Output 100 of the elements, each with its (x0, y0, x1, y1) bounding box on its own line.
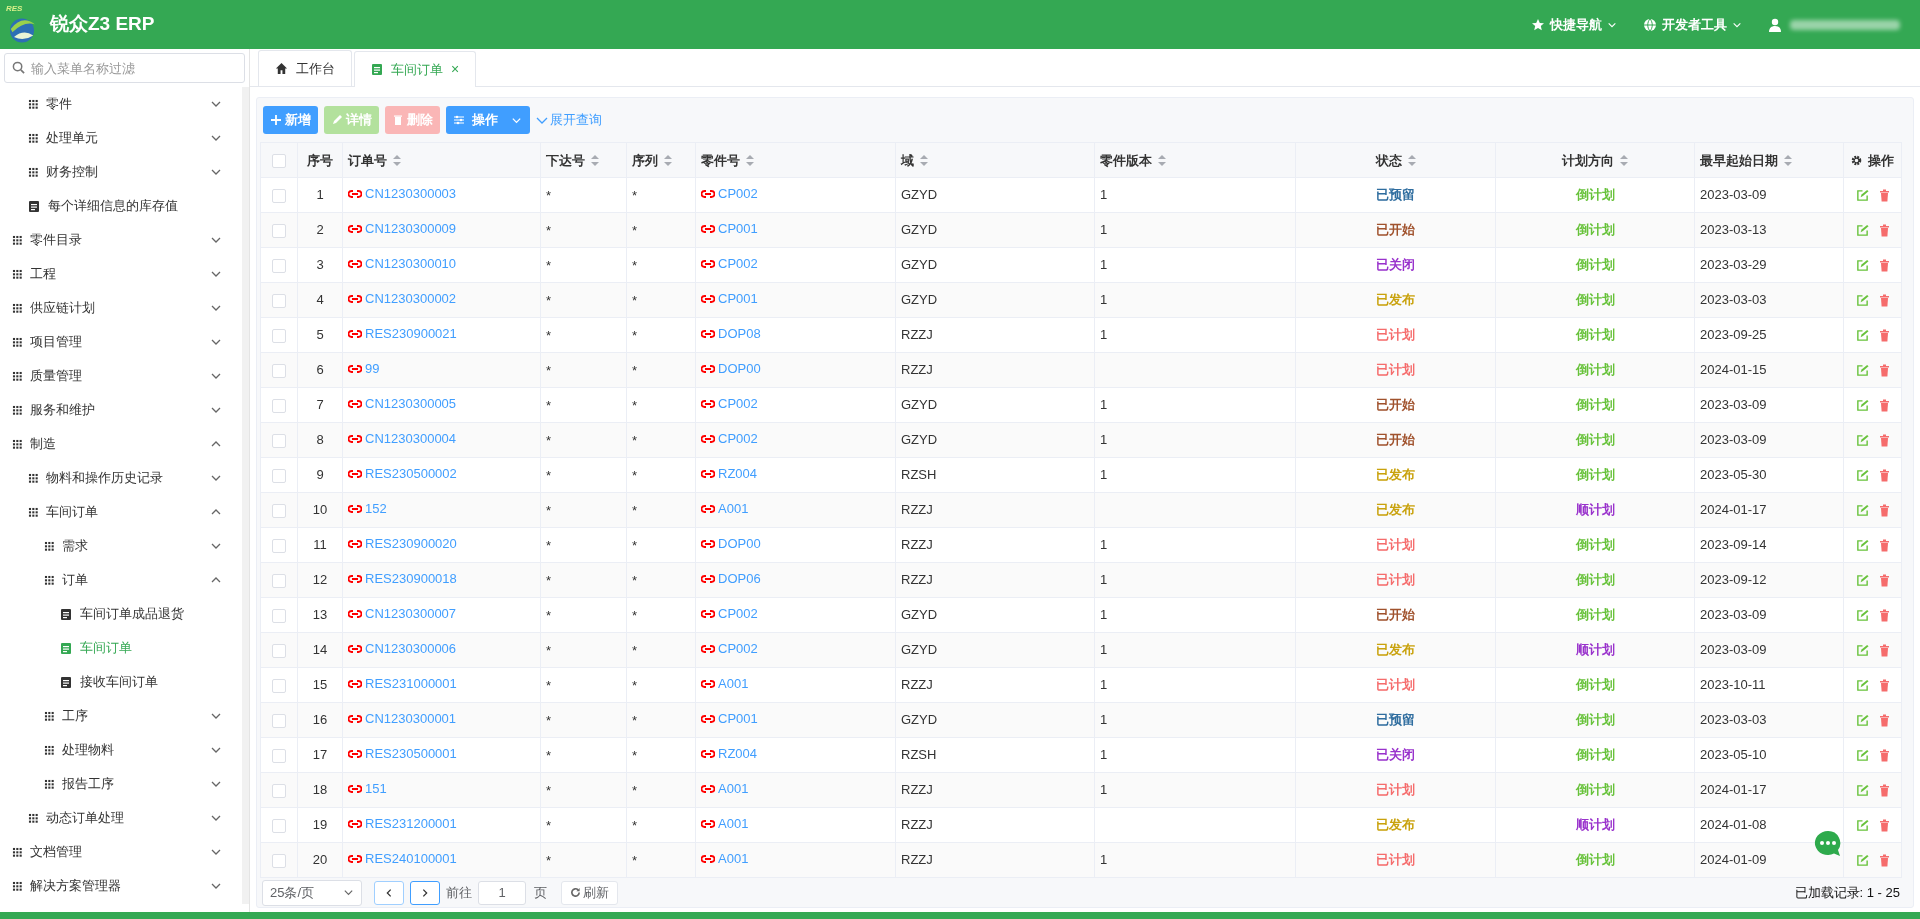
sidebar-item[interactable]: 制造 (0, 427, 242, 461)
checkbox[interactable] (272, 713, 286, 728)
table-link[interactable]: DOP00 (701, 534, 761, 554)
delete-button[interactable] (1878, 784, 1890, 798)
delete-button[interactable] (1878, 224, 1890, 238)
sidebar-item[interactable]: 零件 (0, 87, 242, 121)
delete-button[interactable] (1878, 574, 1890, 588)
checkbox[interactable] (272, 538, 286, 553)
sidebar-item[interactable]: 项目管理 (0, 325, 242, 359)
sidebar-item[interactable]: 处理物料 (0, 733, 242, 767)
delete-button[interactable] (1878, 609, 1890, 623)
checkbox[interactable] (272, 188, 286, 203)
delete-button[interactable] (1878, 469, 1890, 483)
sidebar-item[interactable]: 处理单元 (0, 121, 242, 155)
checkbox[interactable] (272, 153, 286, 168)
delete-button[interactable] (1878, 434, 1890, 448)
delete-button[interactable] (1878, 539, 1890, 553)
checkbox[interactable] (272, 783, 286, 798)
table-link[interactable]: CP002 (701, 604, 758, 624)
sidebar-item[interactable]: 车间订单 (0, 631, 242, 665)
delete-button[interactable] (1878, 399, 1890, 413)
delete-button[interactable] (1878, 749, 1890, 763)
sidebar-item[interactable]: 动态订单处理 (0, 801, 242, 835)
table-link[interactable]: A001 (701, 779, 749, 799)
toolbar-button[interactable]: 操作 (446, 106, 530, 134)
edit-button[interactable] (1855, 679, 1869, 693)
checkbox[interactable] (272, 398, 286, 413)
next-page-button[interactable] (410, 880, 440, 905)
sidebar-item[interactable]: 订单 (0, 563, 242, 597)
sidebar-item[interactable]: 质量管理 (0, 359, 242, 393)
delete-button[interactable] (1878, 714, 1890, 728)
sidebar-item[interactable]: 供应链计划 (0, 291, 242, 325)
table-link[interactable]: A001 (701, 674, 749, 694)
sidebar-item[interactable]: 每个详细信息的库存值 (0, 189, 242, 223)
sidebar-item[interactable]: 报告工序 (0, 767, 242, 801)
delete-button[interactable] (1878, 644, 1890, 658)
tab[interactable]: 车间订单 × (354, 51, 477, 87)
expand-query-link[interactable]: 展开查询 (536, 110, 602, 130)
checkbox[interactable] (272, 363, 286, 378)
table-link[interactable]: CP002 (701, 184, 758, 204)
checkbox[interactable] (272, 748, 286, 763)
delete-button[interactable] (1878, 364, 1890, 378)
menu-search-field[interactable]: 输入菜单名称过滤 (4, 53, 245, 83)
sidebar-item[interactable]: 文档管理 (0, 835, 242, 869)
checkbox[interactable] (272, 293, 286, 308)
sidebar-item[interactable]: 车间订单 (0, 495, 242, 529)
sidebar-item[interactable]: 工序 (0, 699, 242, 733)
checkbox[interactable] (272, 573, 286, 588)
table-link[interactable]: 152 (348, 499, 387, 519)
edit-button[interactable] (1855, 259, 1869, 273)
table-link[interactable]: CP001 (701, 219, 758, 239)
edit-button[interactable] (1855, 329, 1869, 343)
edit-button[interactable] (1855, 224, 1869, 238)
toolbar-button[interactable]: 新增 (263, 106, 318, 134)
edit-button[interactable] (1855, 574, 1869, 588)
sidebar-item[interactable]: 解决方案管理器 (0, 869, 242, 903)
table-link[interactable]: 99 (348, 359, 380, 379)
delete-button[interactable] (1878, 294, 1890, 308)
tab[interactable]: 工作台 (258, 50, 352, 86)
edit-button[interactable] (1855, 819, 1869, 833)
checkbox[interactable] (272, 818, 286, 833)
sidebar-item[interactable]: 物料和操作历史记录 (0, 461, 242, 495)
edit-button[interactable] (1855, 714, 1869, 728)
header-menu[interactable]: 快捷导航 (1531, 14, 1617, 35)
table-link[interactable]: CP002 (701, 394, 758, 414)
sidebar-item[interactable]: 接收车间订单 (0, 665, 242, 699)
table-link[interactable]: CP001 (701, 289, 758, 309)
close-icon[interactable]: × (451, 59, 460, 80)
table-link[interactable]: DOP00 (701, 359, 761, 379)
edit-button[interactable] (1855, 854, 1869, 868)
page-input[interactable]: 1 (478, 880, 526, 905)
sidebar-item[interactable]: 车间订单成品退货 (0, 597, 242, 631)
header-menu[interactable]: 开发者工具 (1643, 14, 1742, 35)
checkbox[interactable] (272, 328, 286, 343)
table-link[interactable]: A001 (701, 499, 749, 519)
delete-button[interactable] (1878, 504, 1890, 518)
edit-button[interactable] (1855, 364, 1869, 378)
edit-button[interactable] (1855, 644, 1869, 658)
sidebar-item[interactable]: 工程 (0, 257, 242, 291)
checkbox[interactable] (272, 678, 286, 693)
sidebar-item[interactable]: 需求 (0, 529, 242, 563)
delete-button[interactable] (1878, 259, 1890, 273)
table-link[interactable]: A001 (701, 814, 749, 834)
edit-button[interactable] (1855, 399, 1869, 413)
table-link[interactable]: RZ004 (701, 744, 758, 764)
edit-button[interactable] (1855, 189, 1869, 203)
scrollbar[interactable] (242, 87, 249, 904)
table-link[interactable]: CP001 (701, 709, 758, 729)
table-link[interactable]: CP002 (701, 254, 758, 274)
delete-button[interactable] (1878, 854, 1890, 868)
refresh-button[interactable]: 刷新 (561, 880, 618, 905)
edit-button[interactable] (1855, 609, 1869, 623)
edit-button[interactable] (1855, 434, 1869, 448)
checkbox[interactable] (272, 853, 286, 868)
table-link[interactable]: CP002 (701, 639, 758, 659)
checkbox[interactable] (272, 608, 286, 623)
table-link[interactable]: RZ004 (701, 464, 758, 484)
checkbox[interactable] (272, 433, 286, 448)
table-link[interactable]: DOP08 (701, 324, 761, 344)
table-link[interactable]: DOP06 (701, 569, 761, 589)
